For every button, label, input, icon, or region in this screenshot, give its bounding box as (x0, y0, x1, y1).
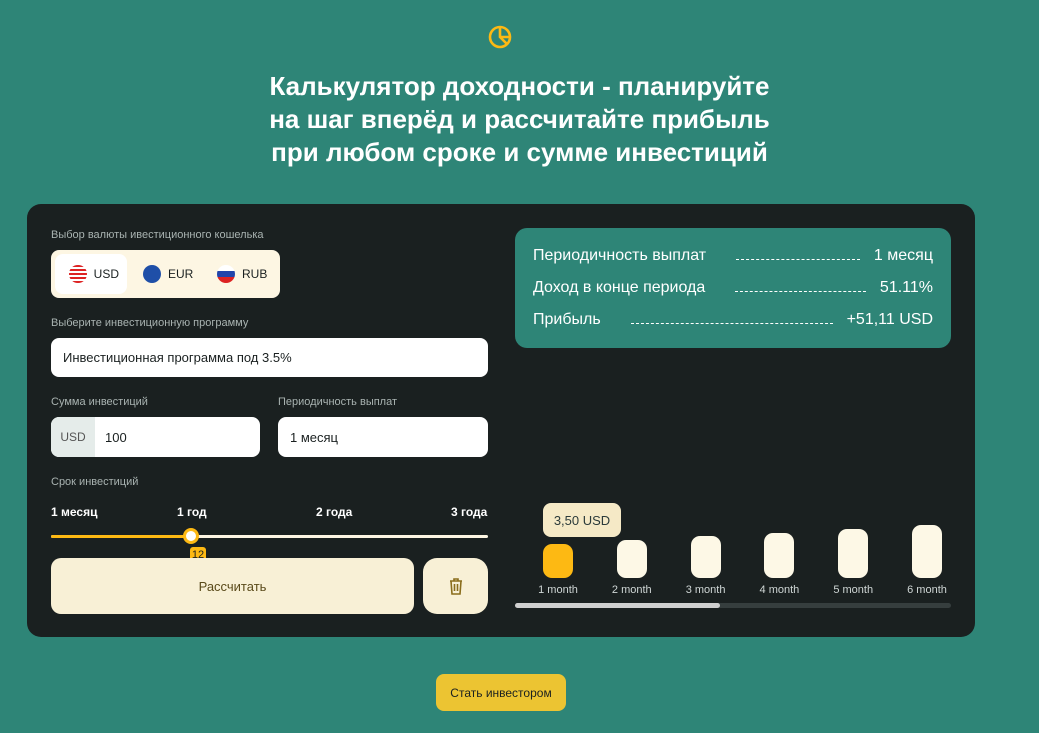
chart-scrollbar[interactable] (515, 603, 951, 608)
summary-panel: Периодичность выплат 1 месяц Доход в конц… (515, 228, 951, 348)
us-flag-icon (69, 265, 87, 283)
amount-field[interactable]: USD 100 (51, 417, 260, 457)
chart-bar-label: 6 month (907, 584, 947, 596)
summary-row: Прибыль +51,11 USD (533, 311, 933, 329)
page-title: Калькулятор доходности - планируйте на ш… (0, 70, 1039, 169)
calculate-label: Рассчитать (198, 578, 267, 594)
summary-row: Периодичность выплат 1 месяц (533, 247, 933, 265)
calculate-button[interactable]: Рассчитать (51, 558, 414, 614)
cta-label: Стать инвестором (450, 685, 552, 700)
chart-bar-label: 4 month (759, 584, 800, 596)
term-slider-handle[interactable] (183, 528, 199, 544)
chart-bar-label: 1 month (538, 584, 578, 596)
chart-bar[interactable] (616, 540, 647, 578)
currency-label: Выбор валюты ивестиционного кошелька (51, 229, 264, 241)
term-tick: 2 года (316, 505, 353, 519)
scrollbar-thumb[interactable] (515, 603, 720, 608)
chart-bar[interactable] (912, 525, 942, 578)
chart-bar[interactable] (838, 528, 869, 578)
tooltip-value: 3,50 USD (553, 512, 611, 528)
title-line: при любом сроке и сумме инвестиций (271, 137, 768, 167)
title-line: на шаг вперёд и рассчитайте прибыль (269, 104, 770, 134)
title-line: Калькулятор доходности - планируйте (269, 71, 770, 101)
summary-value: +51,11 USD (846, 311, 933, 328)
period-value: 1 месяц (290, 429, 338, 445)
program-value: Инвестиционная программа под 3.5% (63, 350, 292, 365)
summary-value: 1 месяц (873, 247, 933, 264)
trash-icon (449, 577, 462, 595)
currency-selector: USD EUR RUB (51, 250, 280, 298)
period-select[interactable]: 1 месяц (278, 417, 488, 457)
amount-currency-prefix: USD (51, 417, 95, 457)
term-tick: 1 год (177, 505, 207, 519)
currency-eur[interactable]: EUR (129, 254, 201, 294)
currency-code: EUR (168, 267, 194, 281)
chart-bar-label: 2 month (611, 584, 652, 596)
term-tick: 1 месяц (51, 505, 98, 519)
chart-bar[interactable] (764, 532, 795, 578)
eu-flag-icon (143, 265, 161, 283)
currency-code: RUB (242, 267, 268, 281)
become-investor-button[interactable]: Стать инвестором (436, 674, 566, 711)
currency-usd[interactable]: USD (55, 254, 127, 294)
chart-bar-label: 3 month (685, 584, 726, 596)
bar-tooltip: 3,50 USD (543, 503, 621, 537)
term-slider-fill (51, 535, 191, 538)
summary-label: Прибыль (533, 311, 601, 328)
amount-label: Сумма инвестиций (51, 396, 148, 408)
term-tick: 3 года (451, 505, 488, 519)
ru-flag-icon (217, 265, 235, 283)
program-select[interactable]: Инвестиционная программа под 3.5% (51, 338, 488, 377)
chart-bar-label: 5 month (833, 584, 874, 596)
currency-rub[interactable]: RUB (203, 254, 275, 294)
currency-code: USD (93, 267, 119, 281)
summary-row: Доход в конце периода 51.11% (533, 279, 933, 297)
term-label: Срок инвестиций (51, 476, 139, 488)
amount-value[interactable]: 100 (95, 430, 127, 445)
summary-label: Периодичность выплат (533, 247, 707, 264)
chart-bar[interactable] (690, 536, 721, 578)
reset-button[interactable] (423, 558, 488, 614)
pie-chart-icon (488, 25, 512, 49)
summary-value: 51.11% (879, 279, 933, 296)
program-label: Выберите инвестиционную программу (51, 317, 249, 329)
period-label: Периодичность выплат (278, 396, 398, 408)
summary-label: Доход в конце периода (533, 279, 706, 296)
chart-bar[interactable] (543, 544, 573, 578)
